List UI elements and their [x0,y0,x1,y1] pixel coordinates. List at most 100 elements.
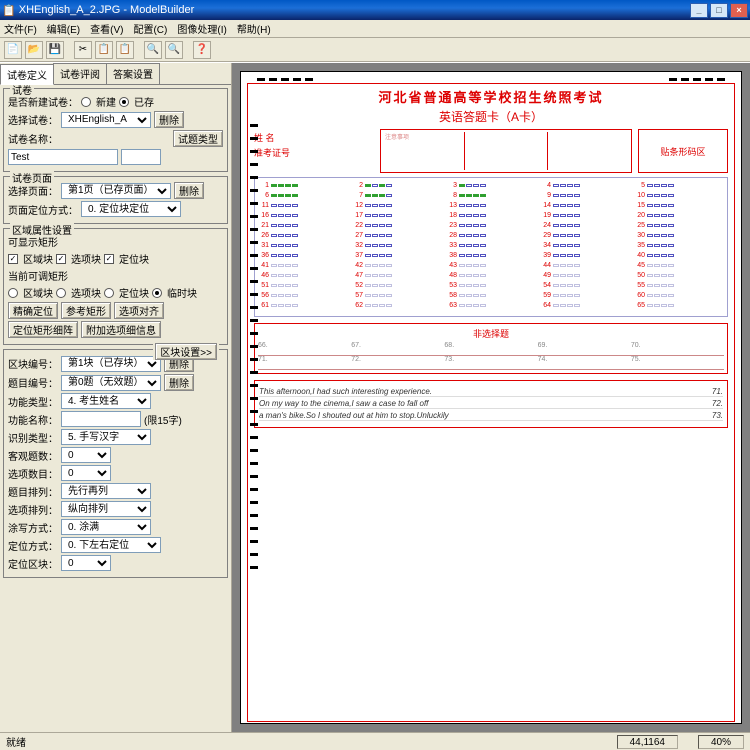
radio-new[interactable] [81,97,91,107]
toolbar: 📄 📂 💾 ✂ 📋 📋 🔍 🔍 ❓ [0,38,750,62]
tool-zoomin[interactable]: 🔍 [144,41,162,59]
preview-area[interactable]: 河北省普通高等学校招生统照考试 英语答题卡（A卡） 姓 名 准考证号 注意事项 … [232,63,750,732]
essay-title: 非选择题 [258,327,724,340]
writing-section: This afternoon,I had such interesting ex… [254,380,728,428]
group-page: 试卷页面 选择页面： 第1页（已存页面） 删除 页面定位方式： 0. 定位块定位 [3,176,228,224]
answer-sheet: 河北省普通高等学校招生统照考试 英语答题卡（A卡） 姓 名 准考证号 注意事项 … [247,83,735,722]
status-zoom: 40% [698,735,744,749]
tab-review[interactable]: 试卷评阅 [53,63,107,84]
status-text: 就绪 [6,734,26,749]
radio-exist[interactable] [119,97,129,107]
select-page[interactable]: 第1页（已存页面） [61,183,171,199]
select-opt[interactable]: 0 [61,465,111,481]
select-q[interactable]: 第0题（无效题） [61,375,161,391]
input-fname[interactable] [61,411,141,427]
label-ftype: 功能类型： [8,394,58,409]
menu-view[interactable]: 查看(V) [90,21,123,36]
tool-help[interactable]: ❓ [193,41,211,59]
status-coords: 44,1164 [617,735,678,749]
chk-locate[interactable] [104,254,114,264]
name-label: 姓 名 [254,131,374,144]
barcode-area: 贴条形码区 [638,129,728,173]
radio-adj-temp[interactable] [152,288,162,298]
label-ans: 客观题数： [8,448,58,463]
sheet-title: 河北省普通高等学校招生统照考试 [254,87,728,106]
menu-config[interactable]: 配置(C) [133,21,167,36]
tool-paste[interactable]: 📋 [116,41,134,59]
select-ans[interactable]: 0 [61,447,111,463]
group-exam-legend: 试卷 [10,85,34,97]
menu-edit[interactable]: 编辑(E) [47,21,80,36]
menu-help[interactable]: 帮助(H) [237,21,271,36]
bubble-grid: 1234567891011121314151617181920212223242… [254,177,728,317]
select-rec[interactable]: 5. 手写汉字 [61,429,151,445]
select-ftype[interactable]: 4. 考生姓名 [61,393,151,409]
maximize-button[interactable]: □ [710,3,728,18]
select-oarr[interactable]: 纵向排列 [61,501,151,517]
btn-del-exam[interactable]: 删除 [154,111,184,128]
label-arr: 题目排列： [8,484,58,499]
radio-adj-option[interactable] [56,288,66,298]
select-fill[interactable]: 0. 涂满 [61,519,151,535]
chk-option[interactable] [56,254,66,264]
radio-adj-locate[interactable] [104,288,114,298]
close-button[interactable]: × [730,3,748,18]
btn-optdetail[interactable]: 附加选项细信息 [81,321,161,338]
tool-zoomout[interactable]: 🔍 [165,41,183,59]
input-examname[interactable] [8,149,118,165]
select-lblk[interactable]: 0 [61,555,111,571]
btn-qtype[interactable]: 试题类型 [173,130,223,147]
group-page-legend: 试卷页面 [10,170,54,185]
label-rec: 识别类型： [8,430,58,445]
minimize-button[interactable]: _ [690,3,708,18]
btn-del-page[interactable]: 删除 [174,182,204,199]
tab-answer[interactable]: 答案设置 [106,63,160,84]
label-oarr: 选项排列： [8,502,58,517]
label-fill: 涂写方式： [8,520,58,535]
window-title: XHEnglish_A_2.JPG - ModelBuilder [19,4,194,16]
label-lblk: 定位区块： [8,556,58,571]
label-qnum: 题目编号： [8,375,58,390]
group-region-legend: 区域属性设置 [10,222,74,237]
hint-fname: (限15字) [144,412,182,427]
status-bar: 就绪 44,1164 40% [0,732,750,750]
chk-region[interactable] [8,254,18,264]
menu-image[interactable]: 图像处理(I) [177,21,226,36]
label-opt: 选项数目： [8,466,58,481]
select-pagepos[interactable]: 0. 定位块定位 [81,201,181,217]
select-exam[interactable]: XHEnglish_A [61,112,151,128]
app-icon: 📋 [2,4,16,17]
side-panel: 试卷定义 试卷评阅 答案设置 试卷 是否新建试卷： 新建 已存 选择试卷： XH… [0,63,232,732]
btn-precise[interactable]: 精确定位 [8,302,58,319]
btn-blockset[interactable]: 区块设置>> [155,343,217,360]
label-selpage: 选择页面： [8,183,58,198]
input-exam-extra[interactable] [121,149,161,165]
btn-refrect[interactable]: 参考矩形 [61,302,111,319]
label-pagepos: 页面定位方式： [8,202,78,217]
btn-del-q[interactable]: 删除 [164,374,194,391]
tool-copy[interactable]: 📋 [95,41,113,59]
menu-bar: 文件(F) 编辑(E) 查看(V) 配置(C) 图像处理(I) 帮助(H) [0,20,750,38]
tool-cut[interactable]: ✂ [74,41,92,59]
group-block: 区块设置>> 区块编号： 第1块（已存块） 删除 题目编号： 第0题（无效题） … [3,349,228,578]
tool-new[interactable]: 📄 [4,41,22,59]
btn-locgrid[interactable]: 定位矩形细阵 [8,321,78,338]
menu-file[interactable]: 文件(F) [4,21,37,36]
group-exam: 试卷 是否新建试卷： 新建 已存 选择试卷： XHEnglish_A 删除 试卷… [3,88,228,172]
label-blocknum: 区块编号： [8,356,58,371]
select-arr[interactable]: 先行再列 [61,483,151,499]
id-label: 准考证号 [254,146,374,159]
notice-box: 注意事项 [380,129,632,173]
select-block[interactable]: 第1块（已存块） [61,356,161,372]
tool-open[interactable]: 📂 [25,41,43,59]
tab-define[interactable]: 试卷定义 [0,64,54,85]
select-loc[interactable]: 0. 下左右定位 [61,537,161,553]
label-adjrect: 当前可调矩形 [8,268,68,283]
radio-adj-region[interactable] [8,288,18,298]
label-loc: 定位方式： [8,538,58,553]
tool-save[interactable]: 💾 [46,41,64,59]
group-region: 区域属性设置 可显示矩形 区域块 选项块 定位块 当前可调矩形 区域块 选项块 … [3,228,228,345]
btn-optalign[interactable]: 选项对齐 [114,302,164,319]
essay-section: 非选择题 66.67.68.69.70. 71.72.73.74.75. [254,323,728,374]
timing-marks-left [250,124,258,579]
